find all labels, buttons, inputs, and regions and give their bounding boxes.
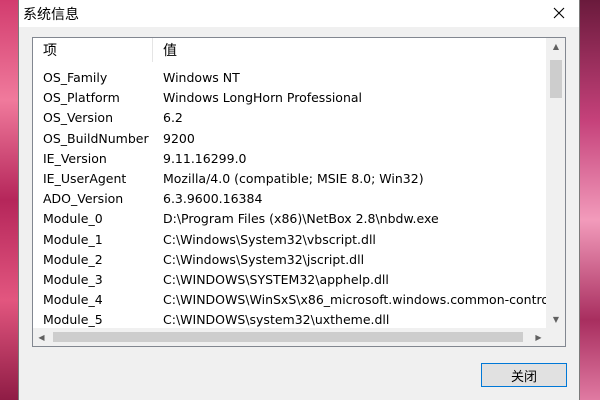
cell-name: Module_0 (43, 211, 103, 227)
cell-value: C:\WINDOWS\SYSTEM32\apphelp.dll (163, 271, 389, 287)
horizontal-scroll-thumb[interactable] (53, 332, 523, 342)
close-dialog-button[interactable]: 关闭 (481, 363, 567, 387)
vertical-scrollbar[interactable]: ▲ ▼ (546, 38, 565, 328)
close-icon (553, 7, 565, 19)
cell-value: C:\WINDOWS\system32\uxtheme.dll (163, 312, 390, 328)
list-row[interactable]: ADO_Version 6.3.9600.16384 (33, 189, 547, 209)
arrow-down-icon[interactable]: ▼ (547, 311, 565, 328)
arrow-right-icon[interactable]: ▶ (530, 328, 547, 346)
list-row[interactable]: IE_Version 9.11.16299.0 (33, 149, 547, 169)
cell-value: C:\Windows\System32\vbscript.dll (163, 231, 376, 247)
cell-name: Module_3 (43, 271, 103, 287)
list-row[interactable]: Module_3 C:\WINDOWS\SYSTEM32\apphelp.dll (33, 270, 547, 290)
cell-value: 6.2 (163, 110, 183, 126)
system-info-dialog: 系统信息 项 值 OS_Family Windows NT OS_Platform… (18, 0, 580, 400)
cell-name: ADO_Version (43, 191, 124, 207)
cell-name: OS_Platform (43, 90, 120, 106)
list-row[interactable]: OS_Platform Windows LongHorn Professional (33, 88, 547, 108)
list-rows: OS_Family Windows NT OS_Platform Windows L… (33, 68, 547, 330)
list-row[interactable]: Module_0 D:\Program Files (x86)\NetBox 2.… (33, 209, 547, 229)
cell-name: Module_5 (43, 312, 103, 328)
vertical-scroll-thumb[interactable] (550, 60, 562, 98)
list-row[interactable]: OS_BuildNumber 9200 (33, 129, 547, 149)
list-row[interactable]: Module_2 C:\Windows\System32\jscript.dll (33, 250, 547, 270)
cell-value: Windows NT (163, 70, 240, 85)
title-bar[interactable]: 系统信息 (19, 0, 579, 27)
window-close-button[interactable] (539, 0, 579, 27)
list-header: 项 值 (33, 38, 547, 62)
cell-name: IE_UserAgent (43, 170, 127, 186)
cell-name: OS_BuildNumber (43, 130, 149, 146)
horizontal-scrollbar[interactable]: ◀ ▶ (33, 328, 547, 346)
list-row[interactable]: OS_Family Windows NT (33, 68, 547, 88)
cell-value: Windows LongHorn Professional (163, 90, 363, 106)
cell-value: Mozilla/4.0 (compatible; MSIE 8.0; Win32… (163, 170, 424, 186)
system-info-list[interactable]: 项 值 OS_Family Windows NT OS_Platform Windo… (32, 37, 566, 347)
cell-value: C:\Windows\System32\jscript.dll (163, 251, 365, 267)
cell-name: Module_4 (43, 292, 103, 308)
cell-name: Module_2 (43, 251, 103, 267)
list-row[interactable]: Module_1 C:\Windows\System32\vbscript.dll (33, 230, 547, 250)
column-header-value[interactable]: 值 (153, 38, 547, 62)
arrow-up-icon[interactable]: ▲ (547, 38, 565, 55)
cell-value: 9.11.16299.0 (163, 150, 247, 166)
list-row[interactable]: Module_4 C:\WINDOWS\WinSxS\x86_microsoft.… (33, 290, 547, 310)
cell-name: OS_Version (43, 110, 113, 126)
arrow-left-icon[interactable]: ◀ (33, 328, 50, 346)
list-row[interactable]: OS_Version 6.2 (33, 108, 547, 128)
list-row[interactable]: IE_UserAgent Mozilla/4.0 (compatible; MSI… (33, 169, 547, 189)
window-title: 系统信息 (23, 7, 79, 23)
cell-name: IE_Version (43, 150, 107, 166)
column-header-item[interactable]: 项 (33, 38, 153, 62)
cell-value: 9200 (163, 130, 195, 146)
cell-value: D:\Program Files (x86)\NetBox 2.8\nbdw.e… (163, 211, 439, 227)
scrollbar-corner (547, 328, 565, 346)
cell-name: OS_Family (43, 70, 108, 85)
cell-value: 6.3.9600.16384 (163, 191, 263, 207)
cell-name: Module_1 (43, 231, 103, 247)
cell-value: C:\WINDOWS\WinSxS\x86_microsoft.windows.… (163, 292, 547, 308)
